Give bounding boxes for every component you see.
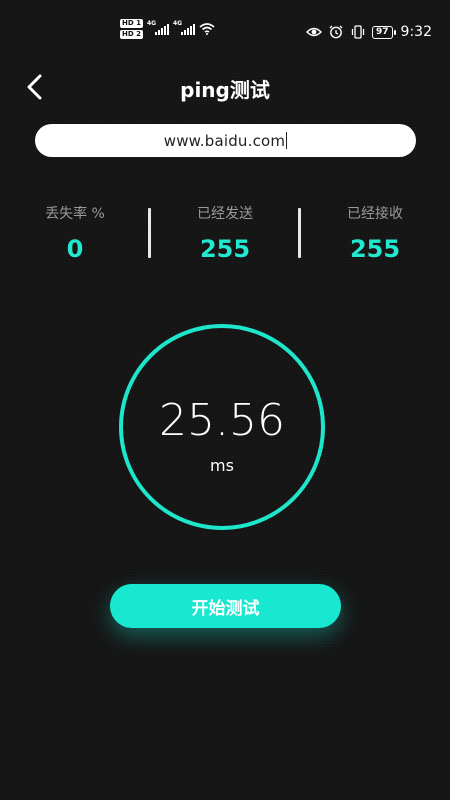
stat-sent-label: 已经发送 bbox=[197, 206, 253, 222]
stat-received: 已经接收 255 bbox=[300, 204, 450, 262]
page-title: ping测试 bbox=[180, 78, 270, 102]
stat-loss-label: 丢失率 % bbox=[45, 206, 105, 222]
sim2-badge: HD 2 bbox=[120, 30, 143, 39]
latency-unit: ms bbox=[210, 456, 234, 475]
stat-loss-value: 0 bbox=[66, 235, 84, 263]
battery-icon: 97 bbox=[372, 25, 396, 39]
stat-loss-rate: 丢失率 % 0 bbox=[0, 204, 150, 262]
stat-received-value: 255 bbox=[349, 235, 401, 263]
eye-comfort-icon bbox=[306, 27, 323, 37]
signal-icon-2: 4G bbox=[172, 20, 195, 35]
alarm-icon bbox=[329, 25, 343, 39]
url-input[interactable]: www.baidu.com bbox=[35, 124, 416, 157]
stat-divider-1 bbox=[148, 208, 151, 258]
latency-ring: 25.56 ms bbox=[119, 324, 325, 530]
stats-panel: 丢失率 % 0 已经发送 255 已经接收 255 bbox=[0, 204, 450, 264]
text-cursor bbox=[286, 132, 288, 149]
stat-sent-value: 255 bbox=[199, 235, 251, 263]
start-test-button[interactable]: 开始测试 bbox=[110, 584, 341, 628]
stat-sent: 已经发送 255 bbox=[150, 204, 300, 262]
stat-received-label: 已经接收 bbox=[347, 206, 403, 222]
vibrate-icon bbox=[351, 25, 365, 39]
sim1-badge: HD 1 bbox=[120, 19, 143, 28]
start-test-label: 开始测试 bbox=[191, 598, 260, 619]
status-bar: HD 1 HD 2 4G 4G 97 9:32 bbox=[0, 0, 450, 62]
sim-indicators: HD 1 HD 2 bbox=[120, 19, 143, 39]
network-type-label-2: 4G bbox=[172, 20, 183, 27]
clock: 9:32 bbox=[400, 24, 432, 40]
stat-divider-2 bbox=[298, 208, 301, 258]
status-right-group: 97 9:32 bbox=[306, 24, 432, 40]
url-input-value: www.baidu.com bbox=[163, 131, 286, 150]
latency-value: 25.56 bbox=[159, 395, 285, 446]
status-left-group: HD 1 HD 2 4G 4G bbox=[120, 19, 215, 39]
signal-icon: 4G bbox=[146, 20, 169, 35]
wifi-icon bbox=[199, 23, 215, 35]
network-type-label: 4G bbox=[146, 20, 157, 27]
